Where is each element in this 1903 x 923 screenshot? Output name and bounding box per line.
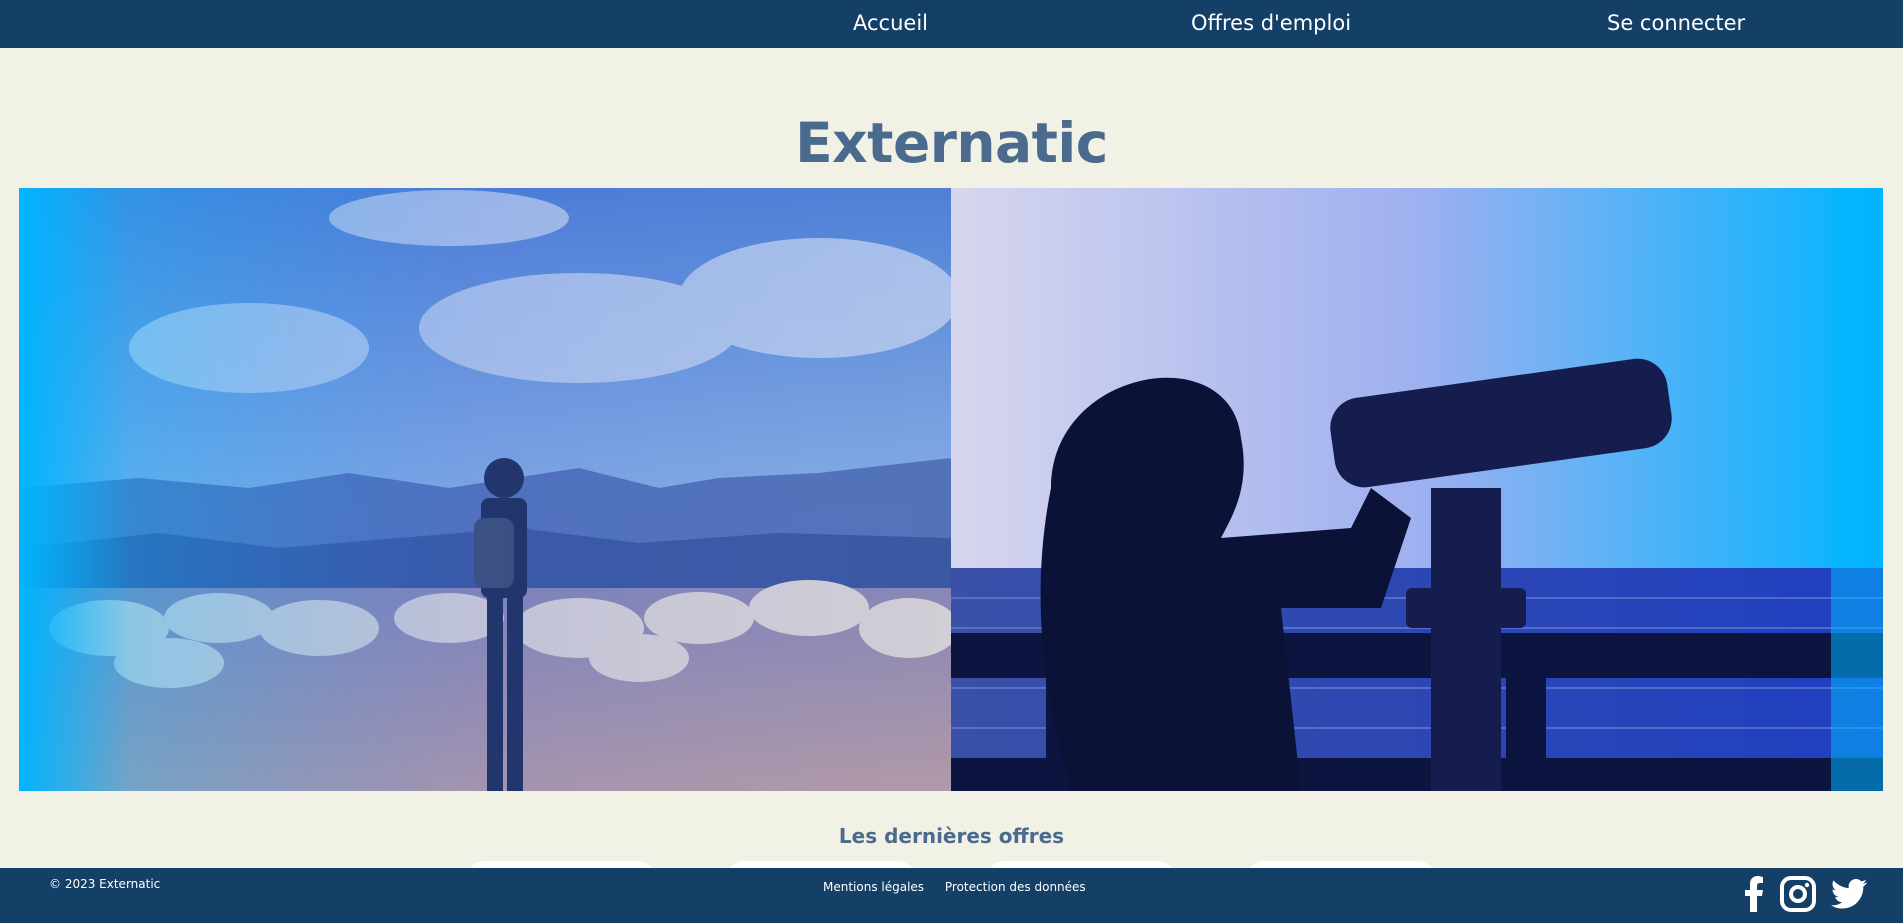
facebook-icon[interactable] <box>1743 876 1765 916</box>
legal-notice-link[interactable]: Mentions légales <box>823 880 924 894</box>
latest-offers-title: Les dernières offres <box>838 824 1065 848</box>
nav-link-home[interactable]: Accueil <box>853 10 928 36</box>
hero-image-hiker <box>19 188 951 791</box>
top-navigation: Accueil Offres d'emploi Se connecter <box>0 0 1903 48</box>
copyright-text: © 2023 Externatic <box>49 877 161 891</box>
social-links <box>1733 876 1867 916</box>
nav-link-job-offers[interactable]: Offres d'emploi <box>1191 10 1351 36</box>
hero-image-binoculars <box>951 188 1883 791</box>
footer-links: Mentions légales Protection des données <box>823 879 1103 895</box>
instagram-icon[interactable] <box>1779 876 1816 916</box>
privacy-link[interactable]: Protection des données <box>945 880 1086 894</box>
twitter-icon[interactable] <box>1831 879 1867 913</box>
site-title: Externatic <box>795 111 1108 175</box>
nav-link-login[interactable]: Se connecter <box>1607 10 1745 36</box>
hero-banner <box>19 188 1883 791</box>
footer: © 2023 Externatic Mentions légales Prote… <box>0 868 1903 923</box>
